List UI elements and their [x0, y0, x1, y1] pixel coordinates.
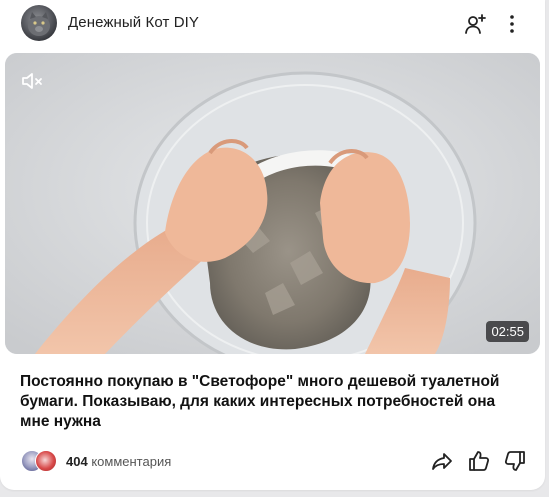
mute-toggle-button[interactable] [20, 70, 44, 92]
commenter-avatars [21, 450, 61, 472]
muted-speaker-icon [22, 73, 42, 89]
like-button[interactable] [467, 449, 491, 473]
channel-name[interactable]: Денежный Кот DIY [68, 14, 199, 31]
video-title[interactable]: Постоянно покупаю в "Светофоре" много де… [20, 372, 525, 432]
card-header: Денежный Кот DIY [0, 0, 545, 50]
video-player[interactable]: 02:55 [5, 53, 540, 354]
dislike-button[interactable] [503, 449, 527, 473]
video-thumbnail [5, 53, 540, 354]
comment-count: 404 [66, 454, 88, 469]
comments-link[interactable]: 404 комментария [66, 454, 171, 469]
channel-avatar[interactable] [21, 5, 57, 41]
comment-label: комментария [91, 454, 172, 469]
share-button[interactable] [430, 449, 454, 473]
more-options-button[interactable] [500, 12, 524, 36]
person-plus-icon [465, 14, 486, 34]
thumbs-up-icon [469, 451, 490, 471]
video-card: Денежный Кот DIY 02:55 Постоянно покупаю… [0, 0, 545, 490]
card-footer: 404 комментария [0, 446, 545, 476]
video-duration-badge: 02:55 [486, 321, 529, 342]
more-vertical-icon [510, 15, 514, 33]
commenter-avatar [35, 450, 57, 472]
thumbs-down-icon [504, 451, 525, 471]
share-arrow-icon [432, 453, 452, 470]
subscribe-button[interactable] [463, 12, 487, 36]
